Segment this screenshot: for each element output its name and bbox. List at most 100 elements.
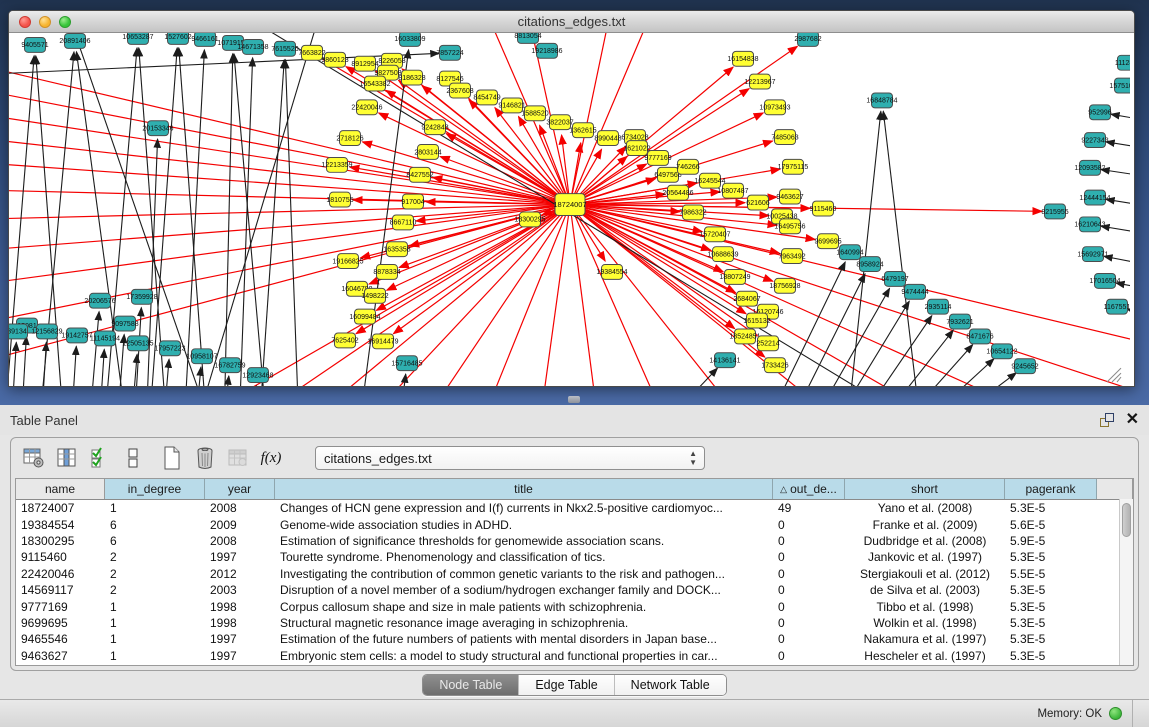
tab-edge-table[interactable]: Edge Table	[519, 675, 614, 695]
show-columns-button[interactable]	[54, 445, 80, 471]
network-table-select[interactable]: citations_edges.txt ▲▼	[315, 446, 705, 470]
graph-node[interactable]: 2935114	[925, 299, 952, 314]
citation-network-graph[interactable]: 9405571208914061065328715276029466161107…	[9, 33, 1130, 386]
graph-node[interactable]: 1733426	[761, 358, 788, 373]
cell-pagerank[interactable]: 5.3E-5	[1005, 550, 1097, 564]
graph-node[interactable]: 8471676	[966, 329, 993, 344]
graph-node[interactable]: 16914479	[367, 334, 398, 349]
cell-short[interactable]: Jankovic et al. (1997)	[845, 550, 1005, 564]
graph-node[interactable]: 15720407	[699, 227, 730, 242]
cell-out_degree[interactable]: 0	[773, 534, 845, 548]
cell-out_degree[interactable]: 0	[773, 649, 845, 663]
cell-year[interactable]: 2003	[205, 583, 275, 597]
graph-node[interactable]: 1621022	[623, 141, 650, 156]
graph-node[interactable]: 8813054	[514, 33, 541, 43]
graph-node[interactable]: 9405571	[21, 37, 48, 52]
graph-node[interactable]: 1112843	[1115, 55, 1130, 70]
table-row[interactable]: 1872400712008Changes of HCN gene express…	[16, 500, 1133, 516]
cell-in_degree[interactable]: 1	[105, 501, 205, 515]
graph-node[interactable]: 15751074	[1109, 78, 1130, 93]
graph-node[interactable]: 12444154	[1079, 190, 1110, 205]
graph-node[interactable]: 12923468	[242, 368, 273, 383]
cell-short[interactable]: Tibbo et al. (1998)	[845, 600, 1005, 614]
graph-node[interactable]: 11145194	[90, 331, 120, 346]
select-columns-button[interactable]	[87, 445, 113, 471]
graph-node[interactable]: 621606	[746, 195, 769, 210]
cell-short[interactable]: Wolkin et al. (1998)	[845, 616, 1005, 630]
cell-short[interactable]: de Silva et al. (2003)	[845, 583, 1005, 597]
cell-title[interactable]: Investigating the contribution of common…	[275, 567, 773, 581]
cell-short[interactable]: Franke et al. (2009)	[845, 518, 1005, 532]
graph-node[interactable]: 10654122	[986, 344, 1017, 359]
cell-year[interactable]: 2008	[205, 501, 275, 515]
column-header-pagerank[interactable]: pagerank	[1005, 479, 1097, 499]
graph-node[interactable]: 9463627	[776, 189, 803, 204]
panel-divider-grip[interactable]	[568, 396, 580, 403]
column-header-in_degree[interactable]: in_degree	[105, 479, 205, 499]
network-window[interactable]: citations_edges.txt 94055712089140610653…	[8, 10, 1135, 387]
cell-year[interactable]: 2008	[205, 534, 275, 548]
cell-pagerank[interactable]: 5.3E-5	[1005, 649, 1097, 663]
network-canvas[interactable]: 9405571208914061065328715276029466161107…	[9, 33, 1134, 386]
graph-node[interactable]: 917004	[401, 194, 424, 209]
column-header-short[interactable]: short	[845, 479, 1005, 499]
graph-node[interactable]: 9097588	[111, 316, 138, 331]
column-header-out_degree[interactable]: △out_de...	[773, 479, 845, 499]
graph-node[interactable]: 1810755	[326, 192, 353, 207]
graph-node[interactable]: 16848784	[866, 93, 897, 108]
graph-node[interactable]: 7625402	[331, 333, 358, 348]
cell-out_degree[interactable]: 0	[773, 600, 845, 614]
cell-short[interactable]: Hescheler et al. (1997)	[845, 649, 1005, 663]
cell-title[interactable]: Changes of HCN gene expression and I(f) …	[275, 501, 773, 515]
cell-year[interactable]: 2012	[205, 567, 275, 581]
graph-node[interactable]: 746266	[676, 159, 699, 174]
graph-node[interactable]: 1527602	[164, 33, 191, 44]
resize-grip[interactable]	[1133, 700, 1149, 727]
graph-node[interactable]: 952996	[1088, 105, 1111, 120]
cell-in_degree[interactable]: 1	[105, 632, 205, 646]
graph-node[interactable]: 18756928	[769, 278, 800, 293]
cell-year[interactable]: 1998	[205, 600, 275, 614]
cell-name[interactable]: 9115460	[16, 550, 105, 564]
graph-node[interactable]: 9466161	[191, 33, 218, 46]
cell-out_degree[interactable]: 0	[773, 632, 845, 646]
graph-node[interactable]: 1635358	[383, 242, 410, 257]
close-panel-icon[interactable]: ✕	[1126, 413, 1139, 427]
cell-out_degree[interactable]: 0	[773, 567, 845, 581]
cell-short[interactable]: Nakamura et al. (1997)	[845, 632, 1005, 646]
cell-year[interactable]: 1997	[205, 649, 275, 663]
cell-in_degree[interactable]: 1	[105, 649, 205, 663]
graph-node[interactable]: 8215955	[1041, 204, 1068, 219]
network-window-titlebar[interactable]: citations_edges.txt	[9, 11, 1134, 33]
function-builder-button[interactable]: f(x)	[258, 445, 284, 471]
graph-node[interactable]: 12213967	[744, 74, 775, 89]
graph-node[interactable]: 17975115	[778, 159, 809, 174]
cell-title[interactable]: Tourette syndrome. Phenomenology and cla…	[275, 550, 773, 564]
cell-in_degree[interactable]: 6	[105, 534, 205, 548]
cell-title[interactable]: Estimation of the future numbers of pati…	[275, 632, 773, 646]
graph-node[interactable]: 2718126	[336, 131, 363, 146]
cell-pagerank[interactable]: 5.5E-5	[1005, 567, 1097, 581]
cell-name[interactable]: 19384554	[16, 518, 105, 532]
graph-node[interactable]: 6479197	[881, 271, 908, 286]
graph-node[interactable]: 7857224	[436, 45, 463, 60]
cell-pagerank[interactable]: 5.3E-5	[1005, 600, 1097, 614]
table-row[interactable]: 2242004622012Investigating the contribut…	[16, 566, 1133, 582]
graph-node[interactable]: 9242848	[421, 120, 448, 135]
import-table-button[interactable]	[225, 445, 251, 471]
cell-pagerank[interactable]: 5.9E-5	[1005, 534, 1097, 548]
graph-node[interactable]: 8990448	[594, 131, 621, 146]
graph-node[interactable]: 20153346	[142, 121, 173, 136]
graph-node[interactable]: 7615520	[271, 41, 298, 56]
cell-short[interactable]: Stergiakouli et al. (2012)	[845, 567, 1005, 581]
table-row[interactable]: 1938455462009Genome-wide association stu…	[16, 516, 1133, 532]
graph-node[interactable]: 15692971	[1077, 247, 1108, 262]
graph-node[interactable]: 7963492	[778, 249, 805, 264]
graph-node[interactable]: 2803144	[414, 145, 441, 160]
cell-name[interactable]: 9463627	[16, 649, 105, 663]
graph-node[interactable]: 9227343	[1081, 133, 1108, 148]
create-column-button[interactable]	[159, 445, 185, 471]
graph-node[interactable]: 7986322	[679, 205, 706, 220]
cell-year[interactable]: 1997	[205, 550, 275, 564]
cell-name[interactable]: 18300295	[16, 534, 105, 548]
